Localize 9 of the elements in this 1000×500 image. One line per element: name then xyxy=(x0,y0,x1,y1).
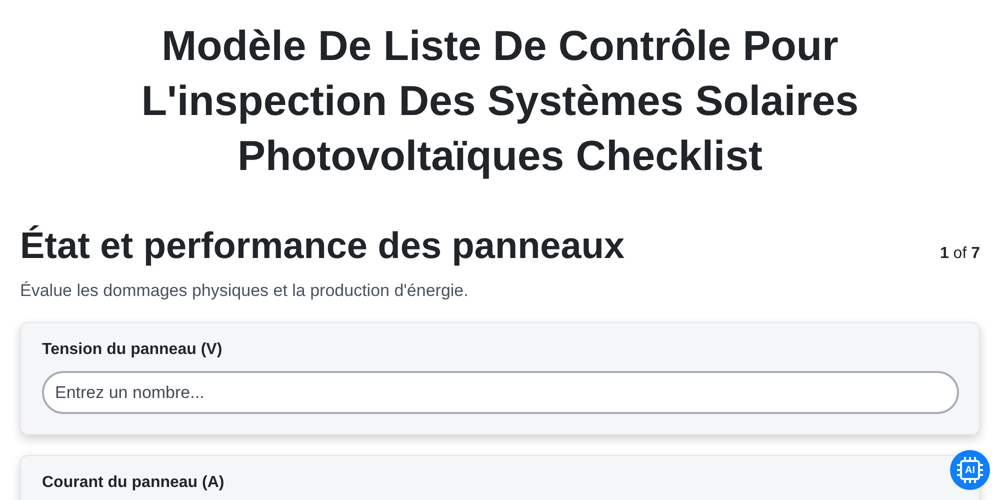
page-counter: 1 of 7 xyxy=(940,245,980,263)
page-title: Modèle De Liste De Contrôle Pour L'inspection Des Systèmes Solaires Photovoltaïques Checklist xyxy=(140,21,860,181)
input-field[interactable]: Entrez un nombre... xyxy=(42,371,959,414)
section-heading: État et performance des panneaux xyxy=(20,225,625,267)
field-label: Tension du panneau (V) xyxy=(42,341,224,359)
ai-assistant-button[interactable]: AI xyxy=(950,450,990,490)
section-description: Évalue les dommages physiques et la production d'énergie. xyxy=(20,281,470,301)
field-label: Courant du panneau (A) xyxy=(42,474,226,492)
chip-icon xyxy=(956,456,984,484)
